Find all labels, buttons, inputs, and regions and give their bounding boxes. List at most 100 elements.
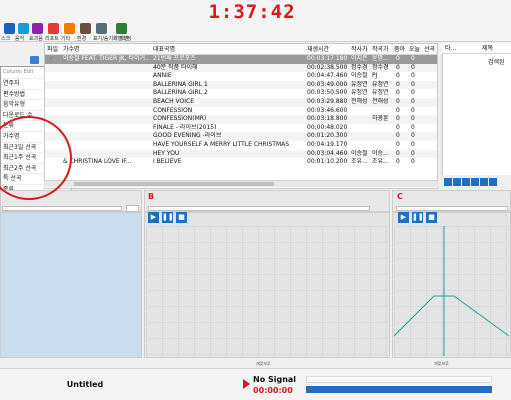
cell-time: 00:00:48.020 bbox=[307, 123, 348, 131]
digital-clock: 1:37:42 bbox=[208, 1, 296, 23]
table-row[interactable]: 40분 작품 타이해 00:02:38.500 정수경 정수경 0 0 bbox=[45, 63, 437, 73]
right-panel-row[interactable]: 검색된 bbox=[488, 57, 505, 66]
cell-a: 0 bbox=[396, 98, 400, 105]
cell-title: HAVE YOURSELF A MERRY LITTLE CHRISTMAS bbox=[153, 141, 290, 148]
cell-b: 0 bbox=[411, 115, 415, 123]
col-header-lyricist[interactable]: 작사가 bbox=[351, 44, 371, 55]
toolbar-label: 음악 bbox=[15, 36, 25, 42]
cell-a: 0 bbox=[396, 158, 400, 166]
app-window: 1:37:42 스크 음악 효과음 리포트 기타 환경 표기/숨기기 화면 화면조정 Colu… bbox=[0, 0, 511, 400]
deck-b-footer: 재맞보루 bbox=[256, 361, 271, 366]
cell-composer: 정수경 bbox=[372, 63, 389, 71]
col-header-today[interactable]: 오늘 bbox=[409, 44, 423, 55]
toolbar-label: 화면조정 bbox=[113, 36, 132, 42]
sound-effect-icon bbox=[31, 22, 43, 34]
col-header-file[interactable]: 파일 bbox=[47, 44, 61, 55]
table-row[interactable]: ANNIE 00:04:47.460 이승철 PJ 0 0 bbox=[45, 72, 437, 81]
cell-lyricist: 이지은 bbox=[351, 55, 368, 62]
table-row[interactable]: ✓ 이승철 FEAT. TIGER JK, 타이거... 21번째 프로포즈 00:0… bbox=[45, 55, 437, 64]
table-row[interactable]: HAVE YOURSELF A MERRY LITTLE CHRISTMAS 00… bbox=[45, 141, 437, 150]
cell-artist: & CHRISTINA LOVE IF... bbox=[63, 158, 132, 166]
col-header-selected[interactable]: 선곡 bbox=[424, 44, 437, 55]
deck-a-progress[interactable] bbox=[2, 206, 122, 211]
table-horizontal-scrollbar[interactable] bbox=[44, 180, 438, 187]
song-table: 파일 가수명 대표곡명 재생시간 작사가 작곡가 줌아 오늘 선곡 ✓ 이승철 F… bbox=[44, 43, 438, 189]
level-meter-track bbox=[306, 376, 492, 383]
cell-lyricist: 전해성 bbox=[351, 98, 368, 105]
right-panel-header-title: 제목 bbox=[482, 45, 494, 52]
sound-effect-button[interactable] bbox=[30, 22, 44, 34]
table-row[interactable]: CONFESSION 00:03:46.600 0 0 bbox=[45, 106, 437, 116]
col-header-duration[interactable]: 재생시간 bbox=[307, 44, 351, 55]
table-row[interactable]: HEY YOU 00:03:04.460 이승철 이승... 0 0 bbox=[45, 149, 437, 159]
search-dropdown-button[interactable] bbox=[30, 56, 39, 64]
cell-a: 0 bbox=[396, 89, 400, 97]
cell-a: 0 bbox=[396, 72, 400, 80]
table-row[interactable]: CONFESSION(MR) 00:03:18.800 하광훈 0 0 bbox=[45, 115, 437, 124]
settings-button[interactable] bbox=[78, 22, 92, 34]
deck-a-volume[interactable] bbox=[126, 205, 139, 212]
misc-button[interactable] bbox=[62, 22, 76, 34]
cell-time: 00:03:18.800 bbox=[307, 115, 348, 123]
cell-a: 0 bbox=[396, 106, 400, 114]
deck-b-stop-icon[interactable]: ■ bbox=[176, 212, 187, 223]
deck-c-progress[interactable] bbox=[396, 206, 508, 211]
cell-b: 0 bbox=[411, 106, 415, 114]
report-icon bbox=[47, 22, 59, 34]
table-row[interactable]: BEACH VOICE 00:03:29.880 전해성 전해성 0 0 bbox=[45, 98, 437, 107]
mini-stop-icon[interactable] bbox=[471, 178, 479, 186]
table-row[interactable]: FINALE - 라이브(2015) 00:00:48.020 0 0 bbox=[45, 123, 437, 133]
report-button[interactable] bbox=[46, 22, 60, 34]
mini-next-icon[interactable] bbox=[480, 178, 488, 186]
cell-title: BALLERINA GIRL 1 bbox=[153, 80, 208, 88]
cell-time: 00:03:17.180 bbox=[307, 55, 348, 62]
toolbar-label: 환경 bbox=[77, 36, 87, 42]
toolbar-label: 기타 bbox=[61, 36, 71, 42]
toolbar-label: 효과음 bbox=[29, 36, 43, 42]
table-row[interactable]: & CHRISTINA LOVE IF... I BELIEVE 00:01:10.… bbox=[45, 158, 437, 167]
col-header-composer[interactable]: 작곡가 bbox=[372, 44, 392, 55]
signal-time: 00:00:00 bbox=[253, 386, 293, 395]
settings-icon bbox=[79, 22, 91, 34]
cell-time: 00:03:46.600 bbox=[307, 106, 348, 114]
cell-time: 00:02:38.500 bbox=[307, 63, 348, 71]
deck-c-pause-icon[interactable]: ❚❚ bbox=[412, 212, 424, 223]
table-row[interactable]: BALLERINA GIRL 2 00:03:50.500 유정연 유정연 0 0 bbox=[45, 89, 437, 98]
mini-pause-icon[interactable] bbox=[462, 178, 470, 186]
signal-status: No Signal bbox=[253, 375, 297, 384]
mini-play-icon[interactable] bbox=[453, 178, 461, 186]
right-panel-header: 타... 제목 bbox=[442, 43, 511, 54]
cell-b: 0 bbox=[411, 89, 415, 97]
cell-composer: 윤명... bbox=[372, 55, 389, 62]
monitor-button[interactable] bbox=[114, 22, 128, 34]
cell-composer: PJ bbox=[372, 72, 378, 80]
toolbar: 1:37:42 스크 음악 효과음 리포트 기타 환경 표기/숨기기 화면 화면조정 bbox=[0, 0, 511, 42]
display-button[interactable] bbox=[94, 22, 108, 34]
cell-b: 0 bbox=[411, 63, 415, 71]
cell-title: I BELIEVE bbox=[153, 158, 182, 166]
deck-b-pause-icon[interactable]: ❚❚ bbox=[162, 212, 174, 223]
music-button[interactable] bbox=[16, 22, 30, 34]
deck-c-stop-icon[interactable]: ■ bbox=[426, 212, 437, 223]
col-header-title[interactable]: 대표곡명 bbox=[153, 44, 303, 55]
deck-c-play-icon[interactable]: ▶ bbox=[398, 212, 409, 223]
screen-button[interactable] bbox=[2, 22, 16, 34]
deck-b-play-icon[interactable]: ▶ bbox=[148, 212, 159, 223]
cell-b: 0 bbox=[411, 158, 415, 166]
cell-lyricist: 유정연 bbox=[351, 89, 368, 97]
signal-play-icon[interactable] bbox=[243, 379, 250, 389]
mini-repeat-icon[interactable] bbox=[489, 178, 497, 186]
right-panel-header-left: 타... bbox=[445, 45, 457, 52]
table-row[interactable]: GOOD EVENING -라이브 00:01:20.300 0 0 bbox=[45, 132, 437, 141]
cell-check: ✓ bbox=[49, 55, 55, 62]
cell-b: 0 bbox=[411, 123, 415, 131]
cell-title: ANNIE bbox=[153, 72, 172, 80]
col-header-artist[interactable]: 가수명 bbox=[63, 44, 153, 55]
cell-lyricist: 정수경 bbox=[351, 63, 368, 71]
deck-b-progress[interactable] bbox=[148, 206, 370, 211]
mini-prev-icon[interactable] bbox=[444, 178, 452, 186]
col-header-a[interactable]: 줌아 bbox=[394, 44, 408, 55]
level-meter bbox=[306, 386, 492, 393]
cell-a: 0 bbox=[396, 55, 400, 62]
table-row[interactable]: BALLERINA GIRL 1 00:03:49.000 유정연 유정연 0 0 bbox=[45, 80, 437, 90]
